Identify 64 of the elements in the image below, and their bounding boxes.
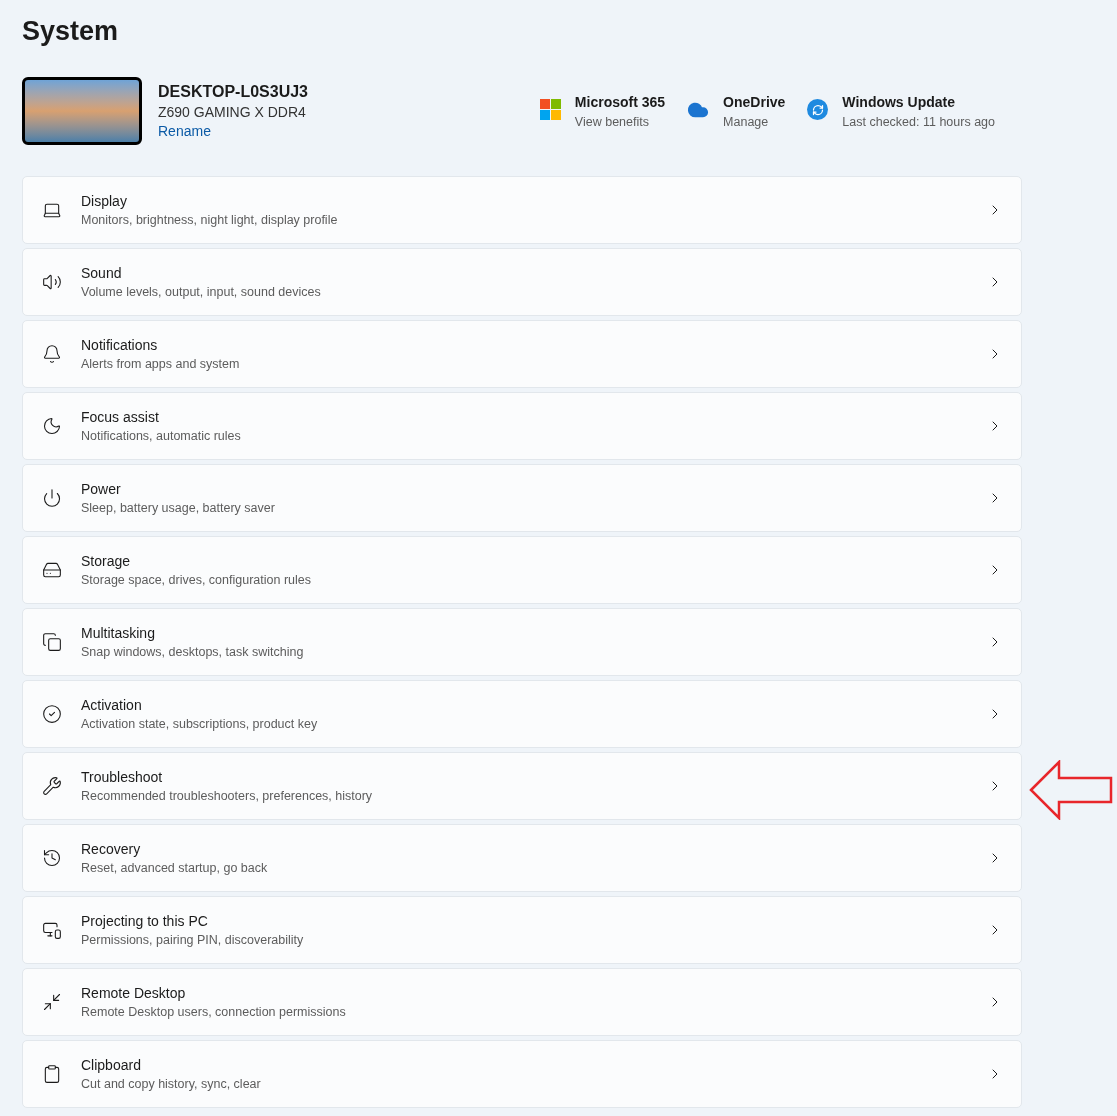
screens-icon [42, 920, 62, 940]
check-circle-icon [42, 704, 62, 724]
row-title: Storage [81, 552, 132, 571]
row-title: Projecting to this PC [81, 912, 209, 931]
settings-row[interactable]: Projecting to this PC Permissions, pairing PIN, discoverability [22, 896, 1022, 964]
moon-icon [42, 416, 62, 436]
row-subtitle: Snap windows, desktops, task switching [81, 644, 304, 661]
refresh-icon [807, 99, 829, 120]
drive-icon [42, 560, 62, 580]
row-subtitle: Sleep, battery usage, battery saver [81, 500, 275, 517]
service-subtitle: View benefits [574, 114, 650, 131]
row-subtitle: Notifications, automatic rules [81, 428, 241, 445]
clipboard-icon [42, 1064, 62, 1084]
settings-row[interactable]: Remote Desktop Remote Desktop users, connection permissions [22, 968, 1022, 1036]
row-title: Remote Desktop [81, 984, 187, 1003]
settings-row[interactable]: Recovery Reset, advanced startup, go back [22, 824, 1022, 892]
recovery-icon [42, 848, 62, 868]
row-subtitle: Permissions, pairing PIN, discoverability [81, 932, 304, 949]
settings-row[interactable]: Storage Storage space, drives, configuration rules [22, 536, 1022, 604]
service-title[interactable]: Windows Update [842, 91, 995, 113]
settings-row[interactable]: Multitasking Snap windows, desktops, task switching [22, 608, 1022, 676]
page-title: System [22, 15, 120, 48]
settings-row[interactable]: Power Sleep, battery usage, battery saver [22, 464, 1022, 532]
settings-row[interactable]: Activation Activation state, subscriptions, product key [22, 680, 1022, 748]
row-title: Troubleshoot [81, 768, 164, 787]
service-subtitle: Last checked: 11 hours ago [842, 114, 995, 131]
arrow-annotation-icon [1029, 760, 1113, 820]
row-title: Notifications [81, 336, 159, 355]
row-subtitle: Reset, advanced startup, go back [81, 860, 268, 877]
settings-row[interactable]: Focus assist Notifications, automatic rules [22, 392, 1022, 460]
speaker-icon [42, 272, 62, 292]
device-model: Z690 GAMING X DDR4 [158, 103, 307, 121]
service-title[interactable]: Microsoft 365 [574, 91, 666, 113]
rename-link[interactable]: Rename [158, 121, 308, 141]
row-subtitle: Storage space, drives, configuration rules [81, 572, 311, 589]
power-icon [42, 488, 62, 508]
row-subtitle: Volume levels, output, input, sound devices [81, 284, 321, 301]
settings-row[interactable]: Clipboard Cut and copy history, sync, clear [22, 1040, 1022, 1108]
service-title[interactable]: OneDrive [723, 91, 786, 113]
settings-row[interactable]: Sound Volume levels, output, input, sound devices [22, 248, 1022, 316]
row-subtitle: Cut and copy history, sync, clear [81, 1076, 261, 1093]
arrows-icon [42, 992, 62, 1012]
row-subtitle: Recommended troubleshooters, preferences, history [81, 788, 373, 805]
bell-icon [42, 344, 62, 364]
row-subtitle: Monitors, brightness, night light, display profile [81, 212, 338, 229]
row-title: Focus assist [81, 408, 160, 427]
row-title: Display [81, 192, 128, 211]
row-title: Power [81, 480, 122, 499]
row-subtitle: Remote Desktop users, connection permissions [81, 1004, 346, 1021]
row-subtitle: Alerts from apps and system [81, 356, 240, 373]
windows-icon [42, 632, 62, 652]
row-title: Sound [81, 264, 123, 283]
row-title: Activation [81, 696, 143, 715]
service-subtitle: Manage [723, 114, 770, 131]
row-title: Recovery [81, 840, 142, 859]
device-name: DESKTOP-L0S3UJ3 [158, 82, 308, 102]
settings-row[interactable]: Troubleshoot Recommended troubleshooters, preferences, history [22, 752, 1022, 820]
settings-row[interactable]: Notifications Alerts from apps and system [22, 320, 1022, 388]
settings-row[interactable]: Display Monitors, brightness, night light, display profile [22, 176, 1022, 244]
row-title: Clipboard [81, 1056, 142, 1075]
wrench-icon [42, 776, 62, 796]
four-squares-logo-icon [539, 99, 561, 120]
row-title: Multitasking [81, 624, 156, 643]
row-subtitle: Activation state, subscriptions, product key [81, 716, 318, 733]
